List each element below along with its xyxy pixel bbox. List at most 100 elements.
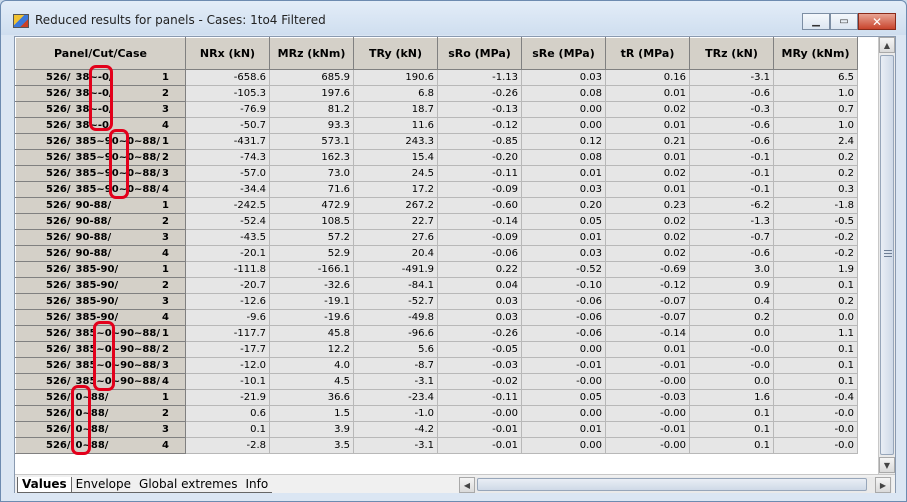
table-cell[interactable]: -12.6 bbox=[185, 293, 270, 310]
table-cell[interactable]: 0.03 bbox=[521, 245, 606, 262]
table-cell[interactable]: 22.7 bbox=[353, 213, 438, 230]
column-header[interactable]: sRe (MPa) bbox=[521, 37, 606, 70]
column-header[interactable]: tR (MPa) bbox=[605, 37, 690, 70]
table-cell[interactable]: -52.7 bbox=[353, 293, 438, 310]
table-row[interactable]: 526/0~88/3 0.1 3.9 -4.2 -0.01 0.01 -0.01 0.1 -0.… bbox=[15, 421, 858, 438]
table-cell[interactable]: 0.1 bbox=[773, 373, 858, 390]
row-header[interactable]: 526/38~-0/3 bbox=[15, 101, 186, 118]
table-row[interactable]: 526/38~-0/1 -658.6 685.9 190.6 -1.13 0.03 0.16… bbox=[15, 69, 858, 86]
table-cell[interactable]: -0.00 bbox=[437, 405, 522, 422]
row-header[interactable]: 526/38~-0/2 bbox=[15, 85, 186, 102]
table-cell[interactable]: 0.16 bbox=[605, 69, 690, 86]
table-row[interactable]: 526/38~-0/4 -50.7 93.3 11.6 -0.12 0.00 0.01 -0.… bbox=[15, 117, 858, 134]
column-header[interactable]: TRy (kN) bbox=[353, 37, 438, 70]
table-row[interactable]: 526/385-90/3 -12.6 -19.1 -52.7 0.03 -0.06 -0.0… bbox=[15, 293, 858, 310]
table-cell[interactable]: 15.4 bbox=[353, 149, 438, 166]
table-cell[interactable]: -0.0 bbox=[773, 405, 858, 422]
table-cell[interactable]: -0.07 bbox=[605, 293, 690, 310]
table-cell[interactable]: -0.06 bbox=[521, 309, 606, 326]
table-cell[interactable]: -23.4 bbox=[353, 389, 438, 406]
table-cell[interactable]: -0.01 bbox=[437, 437, 522, 454]
column-header[interactable]: MRz (kNm) bbox=[269, 37, 354, 70]
table-cell[interactable]: 0.1 bbox=[185, 421, 270, 438]
table-cell[interactable]: -0.11 bbox=[437, 389, 522, 406]
table-cell[interactable]: -32.6 bbox=[269, 277, 354, 294]
table-cell[interactable]: 0.1 bbox=[773, 357, 858, 374]
table-cell[interactable]: -0.00 bbox=[605, 405, 690, 422]
maximize-button[interactable]: ▭ bbox=[830, 13, 858, 30]
table-row[interactable]: 526/0~88/1 -21.9 36.6 -23.4 -0.11 0.05 -0.03 1.… bbox=[15, 389, 858, 406]
row-header[interactable]: 526/385~0~90~88/4 bbox=[15, 373, 186, 390]
table-cell[interactable]: 0.02 bbox=[605, 213, 690, 230]
table-row[interactable]: 526/90-88/3 -43.5 57.2 27.6 -0.09 0.01 0.02 -0.… bbox=[15, 229, 858, 246]
vertical-scroll-thumb[interactable] bbox=[880, 55, 894, 455]
table-cell[interactable]: 0.2 bbox=[773, 149, 858, 166]
table-cell[interactable]: 0.05 bbox=[521, 213, 606, 230]
table-cell[interactable]: 0.1 bbox=[689, 405, 774, 422]
table-cell[interactable]: 0.0 bbox=[689, 373, 774, 390]
table-cell[interactable]: 12.2 bbox=[269, 341, 354, 358]
column-header[interactable]: NRx (kN) bbox=[185, 37, 270, 70]
table-cell[interactable]: -0.10 bbox=[521, 277, 606, 294]
table-cell[interactable]: 162.3 bbox=[269, 149, 354, 166]
table-cell[interactable]: -43.5 bbox=[185, 229, 270, 246]
table-cell[interactable]: 0.1 bbox=[773, 341, 858, 358]
table-cell[interactable]: -0.05 bbox=[437, 341, 522, 358]
table-cell[interactable]: 685.9 bbox=[269, 69, 354, 86]
table-cell[interactable]: 6.5 bbox=[773, 69, 858, 86]
table-cell[interactable]: 197.6 bbox=[269, 85, 354, 102]
table-cell[interactable]: -0.09 bbox=[437, 229, 522, 246]
table-cell[interactable]: 3.5 bbox=[269, 437, 354, 454]
table-cell[interactable]: -0.01 bbox=[605, 357, 690, 374]
table-cell[interactable]: -1.13 bbox=[437, 69, 522, 86]
row-header[interactable]: 526/385~0~90~88/3 bbox=[15, 357, 186, 374]
table-row[interactable]: 526/385~90~0~88/1 -431.7 573.1 243.3 -0.85 0.… bbox=[15, 133, 858, 150]
table-cell[interactable]: 0.2 bbox=[689, 309, 774, 326]
table-cell[interactable]: 1.1 bbox=[773, 325, 858, 342]
table-cell[interactable]: -0.00 bbox=[605, 437, 690, 454]
table-cell[interactable]: -3.1 bbox=[353, 437, 438, 454]
row-header[interactable]: 526/385~90~0~88/2 bbox=[15, 149, 186, 166]
table-cell[interactable]: 0.01 bbox=[521, 421, 606, 438]
table-cell[interactable]: -8.7 bbox=[353, 357, 438, 374]
table-cell[interactable]: -0.09 bbox=[437, 181, 522, 198]
table-cell[interactable]: -20.7 bbox=[185, 277, 270, 294]
table-cell[interactable]: -0.11 bbox=[437, 165, 522, 182]
table-cell[interactable]: 0.02 bbox=[605, 245, 690, 262]
table-cell[interactable]: 0.02 bbox=[605, 165, 690, 182]
table-cell[interactable]: -0.85 bbox=[437, 133, 522, 150]
table-cell[interactable]: -17.7 bbox=[185, 341, 270, 358]
table-cell[interactable]: -0.0 bbox=[773, 421, 858, 438]
table-cell[interactable]: 0.1 bbox=[773, 277, 858, 294]
table-cell[interactable]: 36.6 bbox=[269, 389, 354, 406]
table-cell[interactable]: -0.2 bbox=[773, 245, 858, 262]
row-header[interactable]: 526/385-90/3 bbox=[15, 293, 186, 310]
column-header[interactable]: Panel/Cut/Case bbox=[15, 37, 186, 70]
row-header[interactable]: 526/38~-0/4 bbox=[15, 117, 186, 134]
table-cell[interactable]: -49.8 bbox=[353, 309, 438, 326]
row-header[interactable]: 526/90-88/1 bbox=[15, 197, 186, 214]
table-cell[interactable]: 0.01 bbox=[605, 117, 690, 134]
table-row[interactable]: 526/38~-0/2 -105.3 197.6 6.8 -0.26 0.08 0.01 -0… bbox=[15, 85, 858, 102]
table-cell[interactable]: 0.08 bbox=[521, 85, 606, 102]
row-header[interactable]: 526/90-88/2 bbox=[15, 213, 186, 230]
table-cell[interactable]: -242.5 bbox=[185, 197, 270, 214]
table-cell[interactable]: -12.0 bbox=[185, 357, 270, 374]
table-cell[interactable]: -491.9 bbox=[353, 261, 438, 278]
row-header[interactable]: 526/385-90/1 bbox=[15, 261, 186, 278]
table-cell[interactable]: 11.6 bbox=[353, 117, 438, 134]
table-cell[interactable]: 1.6 bbox=[689, 389, 774, 406]
table-cell[interactable]: 5.6 bbox=[353, 341, 438, 358]
table-cell[interactable]: 108.5 bbox=[269, 213, 354, 230]
table-cell[interactable]: 0.03 bbox=[521, 181, 606, 198]
table-cell[interactable]: 0.2 bbox=[773, 293, 858, 310]
table-cell[interactable]: 0.9 bbox=[689, 277, 774, 294]
row-header[interactable]: 526/385-90/4 bbox=[15, 309, 186, 326]
table-cell[interactable]: 0.01 bbox=[521, 229, 606, 246]
horizontal-scroll-thumb[interactable] bbox=[477, 478, 867, 491]
table-cell[interactable]: -20.1 bbox=[185, 245, 270, 262]
table-cell[interactable]: -0.20 bbox=[437, 149, 522, 166]
row-header[interactable]: 526/38~-0/1 bbox=[15, 69, 186, 86]
table-cell[interactable]: 0.03 bbox=[437, 309, 522, 326]
row-header[interactable]: 526/385~90~0~88/4 bbox=[15, 181, 186, 198]
